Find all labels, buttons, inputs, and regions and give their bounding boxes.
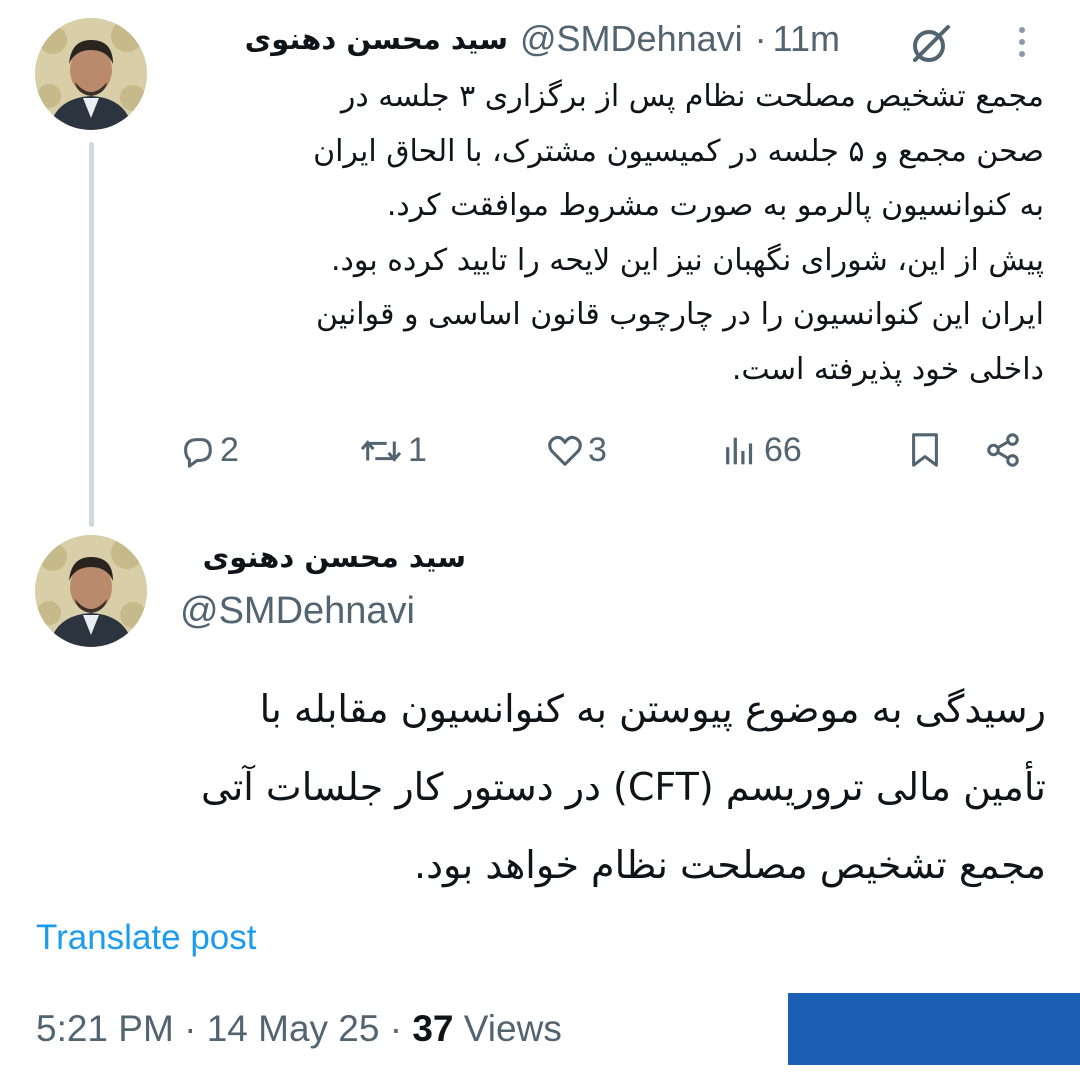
- meta-separator: ·: [389, 1008, 403, 1049]
- bookmark-button[interactable]: [906, 431, 944, 469]
- repost-button[interactable]: 1: [358, 431, 427, 470]
- view-count: 66: [764, 431, 802, 469]
- translate-link[interactable]: Translate post: [36, 918, 256, 958]
- grok-icon[interactable]: [906, 19, 956, 69]
- tweet-line: مجمع تشخیص مصلحت نظام خواهد بود.: [414, 843, 1046, 887]
- avatar[interactable]: [35, 535, 147, 647]
- like-button[interactable]: 3: [546, 431, 607, 470]
- bookmark-icon: [912, 433, 938, 467]
- tweet1-text: مجمع تشخیص مصلحت نظام پس از برگزاری ۳ جل…: [178, 70, 1044, 397]
- reply-count: 2: [220, 431, 239, 469]
- post-date[interactable]: 14 May 25: [207, 1008, 380, 1049]
- tweet-line: صحن مجمع و ۵ جلسه در کمیسیون مشترک، با ا…: [313, 133, 1044, 169]
- watermark-bar: [788, 993, 1080, 1065]
- views-label: Views: [463, 1008, 562, 1049]
- like-count: 3: [588, 431, 607, 469]
- post-time[interactable]: 11m: [773, 18, 840, 60]
- tweet-line: رسیدگی به موضوع پیوستن به کنوانسیون مقاب…: [259, 687, 1046, 731]
- author-handle[interactable]: @SMDehnavi: [520, 18, 743, 60]
- like-icon: [548, 435, 582, 466]
- repost-icon: [360, 439, 402, 462]
- tweet-line: تأمین مالی تروریسم (CFT) در دستور کار جل…: [201, 765, 1046, 809]
- time-separator: ·: [754, 18, 767, 59]
- reply-button[interactable]: 2: [178, 431, 239, 470]
- watermark-logo: [780, 945, 1080, 1082]
- reply-icon: [184, 437, 212, 468]
- post-meta: 5:21 PM · 14 May 25 · 37 Views: [36, 1008, 562, 1050]
- tweet-line: به کنوانسیون پالرمو به صورت مشروط موافقت…: [386, 188, 1044, 223]
- meta-separator: ·: [184, 1008, 197, 1049]
- repost-count: 1: [408, 431, 427, 469]
- action-bar: 2 1 3 66: [0, 425, 1080, 481]
- views-count: 37: [412, 1008, 454, 1049]
- author-name[interactable]: سید محسن دهنوی: [180, 540, 466, 574]
- views-button[interactable]: 66: [722, 431, 802, 470]
- views-icon: [726, 437, 753, 464]
- share-button[interactable]: [984, 431, 1022, 469]
- tweet-line: پیش از این، شورای نگهبان نیز این لایحه ر…: [331, 242, 1044, 278]
- tweet1-header: سید محسن دهنوی @SMDehnavi · 11m: [180, 14, 840, 64]
- tweet2-text: رسیدگی به موضوع پیوستن به کنوانسیون مقاب…: [60, 670, 1046, 904]
- tweet-line: داخلی خود پذیرفته است.: [731, 351, 1044, 387]
- share-icon: [987, 433, 1019, 467]
- more-icon[interactable]: [1010, 22, 1034, 62]
- tweet-line: ایران این کنوانسیون را در چارچوب قانون ا…: [316, 297, 1044, 332]
- author-handle[interactable]: @SMDehnavi: [180, 590, 415, 633]
- post-time[interactable]: 5:21 PM: [36, 1008, 174, 1049]
- tweet-line: مجمع تشخیص مصلحت نظام پس از برگزاری ۳ جل…: [340, 79, 1044, 114]
- avatar[interactable]: [35, 18, 147, 130]
- author-name[interactable]: سید محسن دهنوی: [245, 22, 508, 56]
